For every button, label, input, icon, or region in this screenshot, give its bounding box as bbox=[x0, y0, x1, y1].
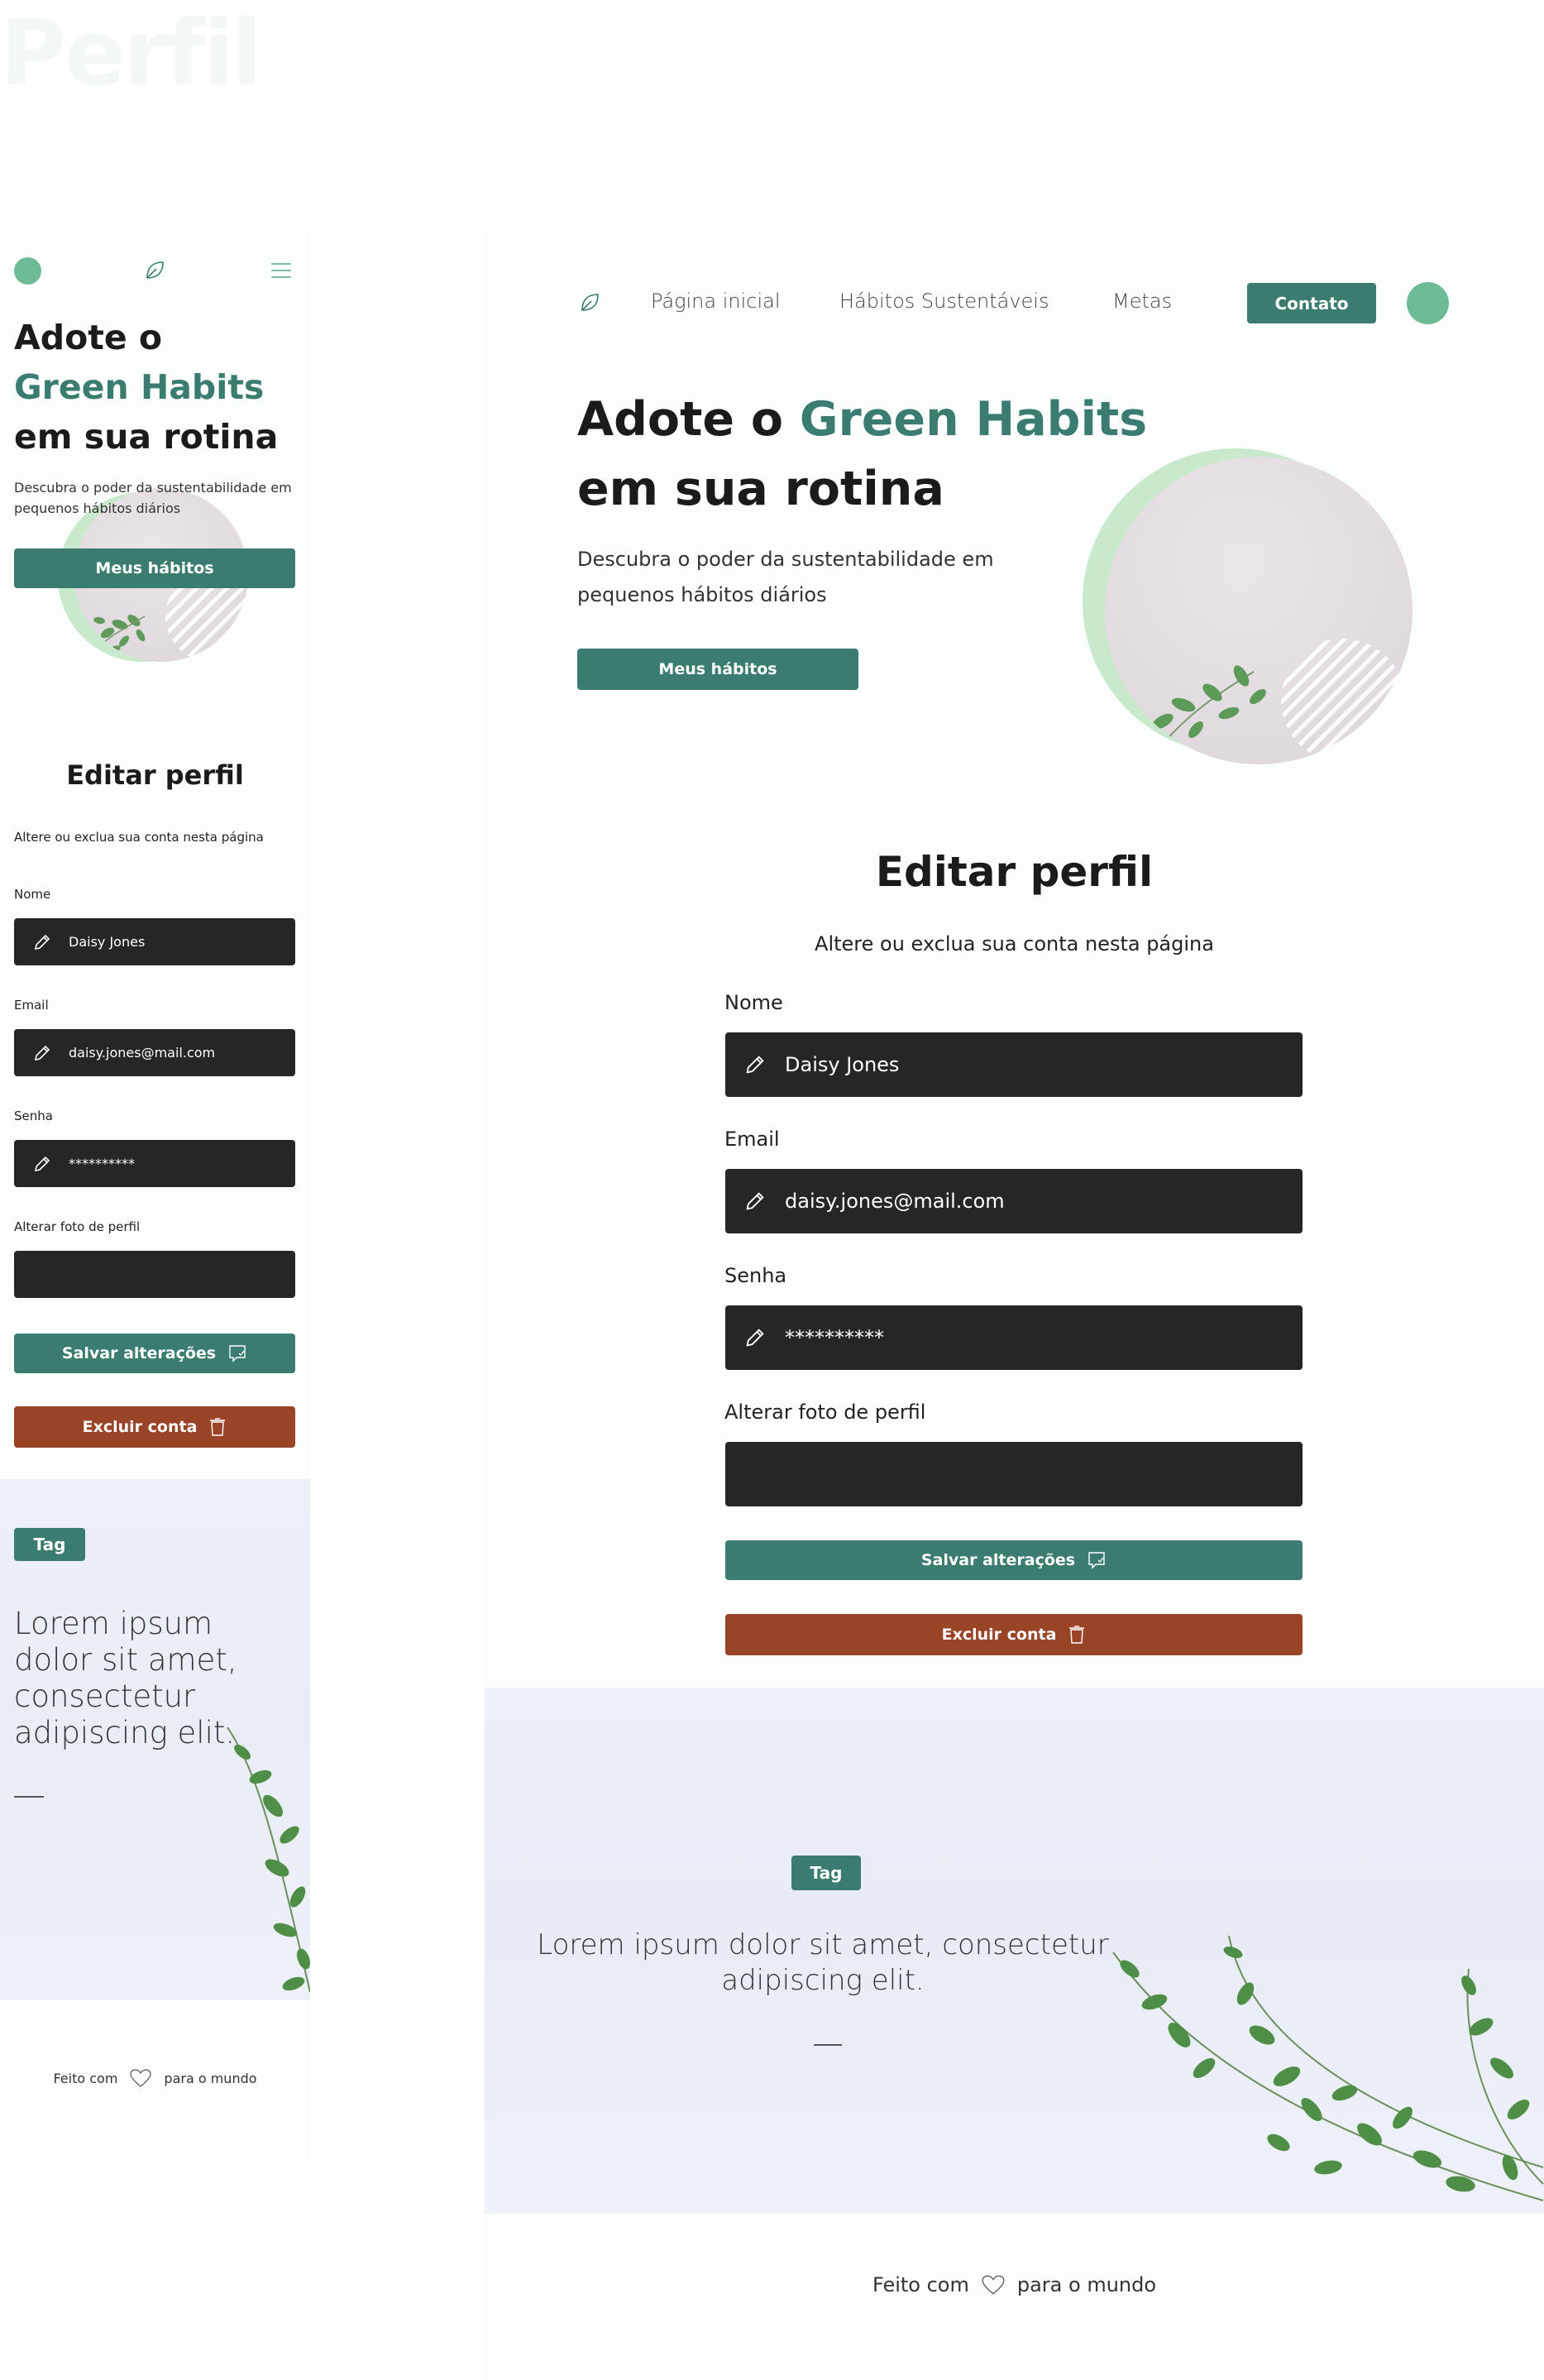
pencil-icon bbox=[746, 1192, 764, 1210]
hero-title-brand: Green Habits bbox=[799, 392, 1148, 447]
tag-badge[interactable]: Tag bbox=[791, 1856, 861, 1890]
quote-banner: Tag Lorem ipsum dolor sit amet, consecte… bbox=[0, 1479, 310, 2000]
name-field[interactable]: Daisy Jones bbox=[14, 918, 295, 965]
leaf-logo-icon[interactable] bbox=[578, 291, 601, 314]
photo-upload-field[interactable] bbox=[725, 1442, 1303, 1506]
heart-icon bbox=[130, 2069, 152, 2087]
save-changes-button[interactable]: Salvar alterações bbox=[14, 1334, 295, 1373]
footer: Feito com para o mundo bbox=[0, 2068, 310, 2088]
pencil-icon bbox=[34, 1156, 50, 1171]
divider bbox=[814, 2044, 842, 2046]
hero-title-brand: Green Habits bbox=[14, 367, 265, 407]
email-value: daisy.jones@mail.com bbox=[785, 1190, 1005, 1213]
nav-home[interactable]: Página inicial bbox=[651, 290, 781, 313]
heart-icon bbox=[982, 2275, 1005, 2295]
password-field[interactable]: ********** bbox=[725, 1305, 1303, 1370]
pencil-icon bbox=[34, 1045, 50, 1061]
footer-for-world: para o mundo bbox=[164, 2070, 257, 2086]
hero-title-suffix: em sua rotina bbox=[14, 417, 279, 457]
email-value: daisy.jones@mail.com bbox=[69, 1045, 216, 1061]
footer-made-with: Feito com bbox=[872, 2273, 969, 2296]
save-changes-label: Salvar alterações bbox=[920, 1551, 1076, 1569]
email-label: Email bbox=[14, 998, 49, 1013]
name-value: Daisy Jones bbox=[69, 934, 146, 950]
save-icon bbox=[229, 1345, 246, 1362]
delete-account-button[interactable]: Excluir conta bbox=[725, 1614, 1303, 1655]
save-icon bbox=[1088, 1552, 1105, 1569]
pencil-icon bbox=[746, 1056, 764, 1074]
password-value: ********** bbox=[69, 1156, 135, 1171]
edit-profile-subtitle: Altere ou exclua sua conta nesta página bbox=[815, 932, 1214, 955]
hero-title-prefix: Adote o bbox=[577, 392, 783, 447]
page-ghost-title: Perfil bbox=[0, 0, 263, 106]
trash-icon bbox=[1069, 1626, 1085, 1644]
avatar[interactable] bbox=[14, 257, 41, 285]
delete-account-button[interactable]: Excluir conta bbox=[14, 1406, 295, 1448]
plant-image bbox=[227, 1727, 310, 1993]
photo-label: Alterar foto de perfil bbox=[14, 1219, 141, 1234]
name-label: Nome bbox=[14, 887, 51, 902]
name-label: Nome bbox=[724, 991, 783, 1014]
quote-banner: Tag Lorem ipsum dolor sit amet, consecte… bbox=[485, 1688, 1544, 2214]
mobile-layout: Adote o Green Habits em sua rotina Descu… bbox=[0, 232, 310, 2167]
tag-badge[interactable]: Tag bbox=[14, 1528, 85, 1561]
password-label: Senha bbox=[14, 1109, 53, 1123]
hero-subtitle: Descubra o poder da sustentabilidade em … bbox=[14, 480, 292, 516]
email-field[interactable]: daisy.jones@mail.com bbox=[725, 1169, 1303, 1233]
trash-icon bbox=[210, 1418, 226, 1436]
delete-account-label: Excluir conta bbox=[82, 1418, 198, 1436]
nav-goals[interactable]: Metas bbox=[1112, 290, 1172, 313]
email-label: Email bbox=[724, 1128, 780, 1151]
edit-profile-title: Editar perfil bbox=[875, 848, 1154, 896]
password-label: Senha bbox=[724, 1264, 787, 1287]
password-field[interactable]: ********** bbox=[14, 1140, 295, 1187]
footer: Feito com para o mundo bbox=[485, 2273, 1544, 2296]
password-value: ********** bbox=[785, 1326, 884, 1349]
footer-for-world: para o mundo bbox=[1016, 2273, 1157, 2296]
avatar[interactable] bbox=[1407, 282, 1449, 324]
name-field[interactable]: Daisy Jones bbox=[725, 1032, 1303, 1097]
delete-account-label: Excluir conta bbox=[941, 1626, 1057, 1644]
quote-text: Lorem ipsum dolor sit amet, consectetur … bbox=[537, 1928, 1109, 1997]
contact-button[interactable]: Contato bbox=[1247, 283, 1376, 323]
hamburger-menu-icon[interactable] bbox=[271, 263, 291, 283]
edit-profile-subtitle: Altere ou exclua sua conta nesta página bbox=[14, 830, 264, 845]
pencil-icon bbox=[746, 1329, 764, 1347]
my-habits-button[interactable]: Meus hábitos bbox=[14, 548, 295, 588]
photo-upload-field[interactable] bbox=[14, 1251, 295, 1298]
desktop-layout: Página inicial Hábitos Sustentáveis Meta… bbox=[485, 232, 1544, 2380]
my-habits-button[interactable]: Meus hábitos bbox=[577, 649, 858, 690]
hero-subtitle: Descubra o poder da sustentabilidade em … bbox=[577, 548, 994, 606]
pencil-icon bbox=[34, 934, 50, 950]
hero-illustration bbox=[1083, 448, 1413, 764]
name-value: Daisy Jones bbox=[785, 1053, 900, 1076]
hero-title-suffix: em sua rotina bbox=[577, 462, 944, 516]
email-field[interactable]: daisy.jones@mail.com bbox=[14, 1029, 295, 1076]
nav-sustainable-habits[interactable]: Hábitos Sustentáveis bbox=[839, 290, 1049, 313]
leaf-logo-icon[interactable] bbox=[143, 259, 166, 282]
photo-label: Alterar foto de perfil bbox=[724, 1401, 926, 1424]
hero-title: Adote o Green Habits em sua rotina bbox=[14, 313, 278, 462]
divider bbox=[14, 1796, 44, 1798]
hero-title-prefix: Adote o bbox=[14, 318, 163, 357]
plant-image bbox=[1112, 1935, 1544, 2201]
footer-made-with: Feito com bbox=[53, 2070, 118, 2086]
save-changes-button[interactable]: Salvar alterações bbox=[725, 1540, 1303, 1580]
edit-profile-title: Editar perfil bbox=[66, 759, 244, 791]
save-changes-label: Salvar alterações bbox=[61, 1344, 217, 1362]
